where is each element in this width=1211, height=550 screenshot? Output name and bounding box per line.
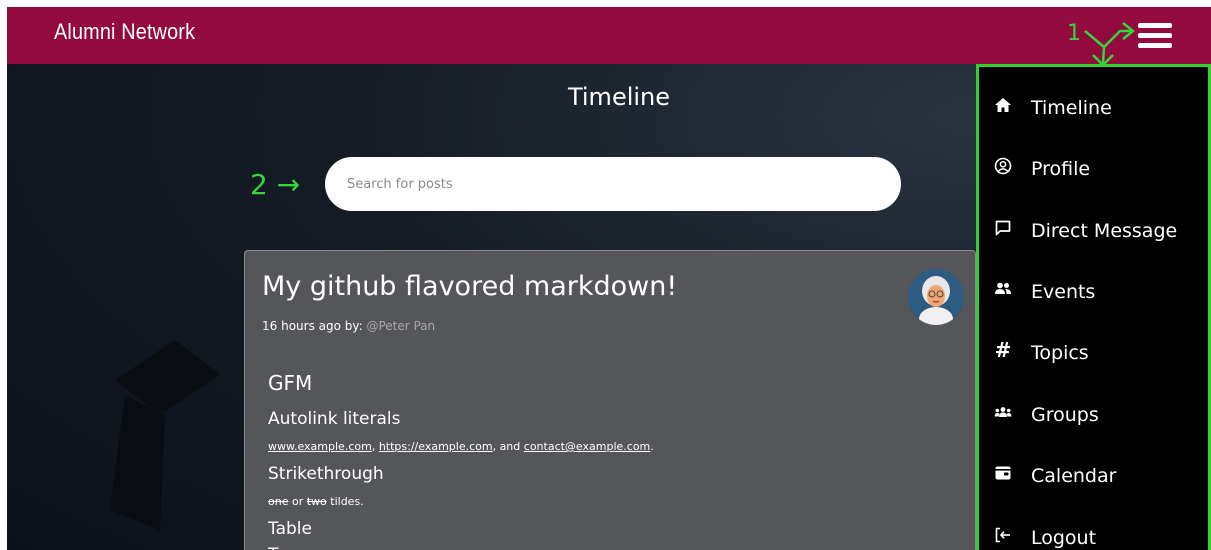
md-next-heading: Ta <box>268 545 286 550</box>
sidebar-item-calendar[interactable]: Calendar <box>979 446 1208 506</box>
link-contact-email[interactable]: contact@example.com <box>524 440 651 453</box>
sidebar-item-topics[interactable]: # Topics <box>979 323 1208 383</box>
avatar-illustration <box>908 269 964 325</box>
sidebar-item-profile[interactable]: Profile <box>979 139 1208 199</box>
post-meta: 16 hours ago by: @Peter Pan <box>262 319 435 333</box>
post-author-link[interactable]: @Peter Pan <box>366 319 435 333</box>
home-icon <box>994 96 1012 114</box>
post-title[interactable]: My github flavored markdown! <box>262 271 677 302</box>
md-heading-gfm: GFM <box>268 371 313 395</box>
md-strike-paragraph: one or two tildes. <box>268 495 364 508</box>
sidebar-item-events[interactable]: Events <box>979 262 1208 322</box>
sidebar-item-timeline[interactable]: Timeline <box>979 78 1208 138</box>
md-heading-autolink: Autolink literals <box>268 409 401 429</box>
annotation-1: 1 <box>1067 21 1081 46</box>
calendar-icon <box>994 464 1012 482</box>
md-heading-table: Table <box>268 519 312 539</box>
post-time: 16 hours ago by: <box>262 319 367 333</box>
sidebar-item-groups[interactable]: Groups <box>979 385 1208 445</box>
graduation-cap-decoration <box>110 340 220 530</box>
top-navbar: Alumni Network 1 <box>7 7 1211 64</box>
group-icon <box>994 403 1012 421</box>
user-circle-icon <box>994 157 1012 175</box>
sidebar-menu: Timeline Profile Direct Message Events #… <box>976 64 1211 550</box>
hamburger-menu-icon[interactable] <box>1138 23 1172 49</box>
annotation-2: 2 → <box>250 168 301 201</box>
post-card: My github flavored markdown! 16 hours ag… <box>244 250 976 550</box>
md-heading-strikethrough: Strikethrough <box>268 464 384 484</box>
md-autolink-paragraph: www.example.com, https://example.com, an… <box>268 440 654 453</box>
logout-icon <box>994 526 1012 544</box>
sidebar-item-direct-message[interactable]: Direct Message <box>979 201 1208 261</box>
link-www-example[interactable]: www.example.com <box>268 440 372 453</box>
search-input[interactable] <box>325 157 901 211</box>
app-frame: Alumni Network 1 Timeline 2 → My github … <box>7 7 1211 550</box>
brand-title[interactable]: Alumni Network <box>54 19 195 45</box>
chat-bubble-icon <box>994 219 1012 237</box>
author-avatar[interactable] <box>908 269 964 325</box>
link-https-example[interactable]: https://example.com <box>379 440 493 453</box>
people-icon <box>994 280 1012 298</box>
sidebar-item-logout[interactable]: Logout <box>979 508 1208 550</box>
hash-icon: # <box>994 338 1012 362</box>
